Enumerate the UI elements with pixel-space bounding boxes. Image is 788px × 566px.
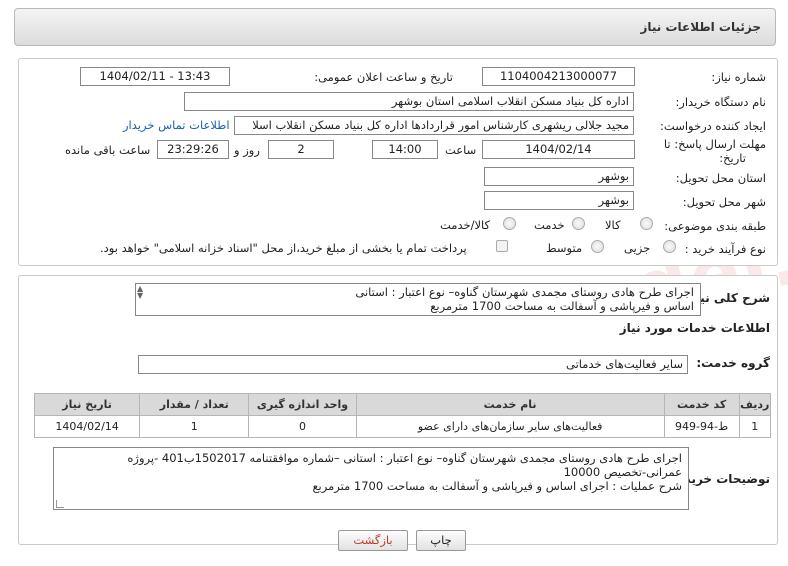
col-header-row: ردیف xyxy=(738,393,772,416)
process-radio-minor[interactable] xyxy=(663,240,676,253)
summary-line-2: اساس و فیرپاشی و آسفالت به مساحت 1700 مت… xyxy=(430,299,694,313)
buyer-notes-textarea[interactable]: اجرای طرح هادی روستای مجمدی شهرستان گناو… xyxy=(53,447,689,510)
category-radio-goods[interactable] xyxy=(640,217,653,230)
col-header-qty: تعداد / مقدار xyxy=(139,393,250,416)
col-header-name: نام خدمت xyxy=(355,393,665,416)
city-field: بوشهر xyxy=(484,191,634,210)
need-number-label: شماره نیاز: xyxy=(711,70,766,84)
process-option-minor: جزیی xyxy=(624,241,651,255)
summary-textarea[interactable]: اجرای طرح هادی روستای مجمدی شهرستان گناو… xyxy=(135,283,701,316)
need-info-panel xyxy=(18,58,778,266)
category-option-goods-service: کالا/خدمت xyxy=(440,218,491,232)
buyer-org-field: اداره کل بنیاد مسکن انقلاب اسلامی استان … xyxy=(184,92,634,111)
cell-name: فعالیت‌های سایر سازمان‌های دارای عضو xyxy=(355,415,665,438)
col-header-unit: واحد اندازه گیری xyxy=(248,393,357,416)
col-header-date: تاریخ نیاز xyxy=(33,393,141,416)
page-title: جزئیات اطلاعات نیاز xyxy=(640,20,761,34)
print-button[interactable]: چاپ xyxy=(416,530,466,551)
buyer-contact-link[interactable]: اطلاعات تماس خریدار xyxy=(123,118,230,132)
process-option-medium: متوسط xyxy=(546,241,583,255)
creator-field: مجید جلالی ریشهری کارشناس امور قراردادها… xyxy=(234,116,634,135)
treasury-payment-note: پرداخت تمام یا بخشی از مبلغ خرید،از محل … xyxy=(100,241,467,255)
cell-date: 1404/02/14 xyxy=(33,415,141,438)
category-option-goods: کالا xyxy=(605,218,621,232)
deadline-label: مهلت ارسال پاسخ: تا xyxy=(663,137,766,151)
deadline-time-field: 14:00 xyxy=(372,140,438,159)
summary-line-1: اجرای طرح هادی روستای مجمدی شهرستان گناو… xyxy=(355,285,694,299)
province-field: بوشهر xyxy=(484,167,634,186)
back-button[interactable]: بازگشت xyxy=(338,530,408,551)
summary-scroll-icon[interactable]: ▲ ▼ xyxy=(137,285,147,300)
announce-date-label: تاریخ و ساعت اعلان عمومی: xyxy=(314,70,453,84)
province-label: استان محل تحویل: xyxy=(675,171,766,185)
buyer-org-label: نام دستگاه خریدار: xyxy=(675,95,766,109)
service-group-label: گروه خدمت: xyxy=(696,356,770,370)
resize-grip-icon[interactable] xyxy=(56,500,64,508)
city-label: شهر محل تحویل: xyxy=(682,195,766,209)
buyer-notes-line-1: اجرای طرح هادی روستای مجمدی شهرستان گناو… xyxy=(127,451,682,465)
process-type-label: نوع فرآیند خرید : xyxy=(684,242,766,256)
cell-qty: 1 xyxy=(139,415,250,438)
cell-code: ط-94-949 xyxy=(663,415,740,438)
category-label: طبقه بندی موضوعی: xyxy=(664,219,766,233)
announce-date-field: 1404/02/11 - 13:43 xyxy=(80,67,230,86)
buyer-notes-line-3: شرح عملیات : اجرای اساس و فیرپاشی و آسفا… xyxy=(312,479,682,493)
buyer-notes-line-2: عمرانی-تخصیص 10000 xyxy=(563,465,682,479)
col-header-code: کد خدمت xyxy=(663,393,740,416)
cell-row: 1 xyxy=(738,415,772,438)
deadline-label-date: تاریخ: xyxy=(719,151,746,165)
creator-label: ایجاد کننده درخواست: xyxy=(660,119,766,133)
remaining-time-field: 23:29:26 xyxy=(157,140,229,159)
page-header: جزئیات اطلاعات نیاز xyxy=(14,8,776,46)
services-table: ردیف کد خدمت نام خدمت واحد اندازه گیری ت… xyxy=(33,393,772,438)
cell-unit: 0 xyxy=(248,415,357,438)
category-option-service: خدمت xyxy=(534,218,565,232)
deadline-time-label: ساعت xyxy=(445,143,477,157)
deadline-date-field: 1404/02/14 xyxy=(482,140,635,159)
need-number-field: 1104004213000077 xyxy=(482,67,635,86)
services-table-header: ردیف کد خدمت نام خدمت واحد اندازه گیری ت… xyxy=(33,393,772,416)
category-radio-goods-service[interactable] xyxy=(503,217,516,230)
treasury-payment-checkbox[interactable] xyxy=(496,240,508,252)
days-label: روز و xyxy=(234,143,260,157)
days-field: 2 xyxy=(268,140,334,159)
table-row: 1 ط-94-949 فعالیت‌های سایر سازمان‌های دا… xyxy=(33,415,772,438)
remaining-time-label: ساعت باقی مانده xyxy=(65,143,151,157)
service-group-field: سایر فعالیت‌های خدماتی xyxy=(138,355,688,374)
category-radio-service[interactable] xyxy=(572,217,585,230)
services-section-title: اطلاعات خدمات مورد نیاز xyxy=(619,321,770,335)
process-radio-medium[interactable] xyxy=(591,240,604,253)
